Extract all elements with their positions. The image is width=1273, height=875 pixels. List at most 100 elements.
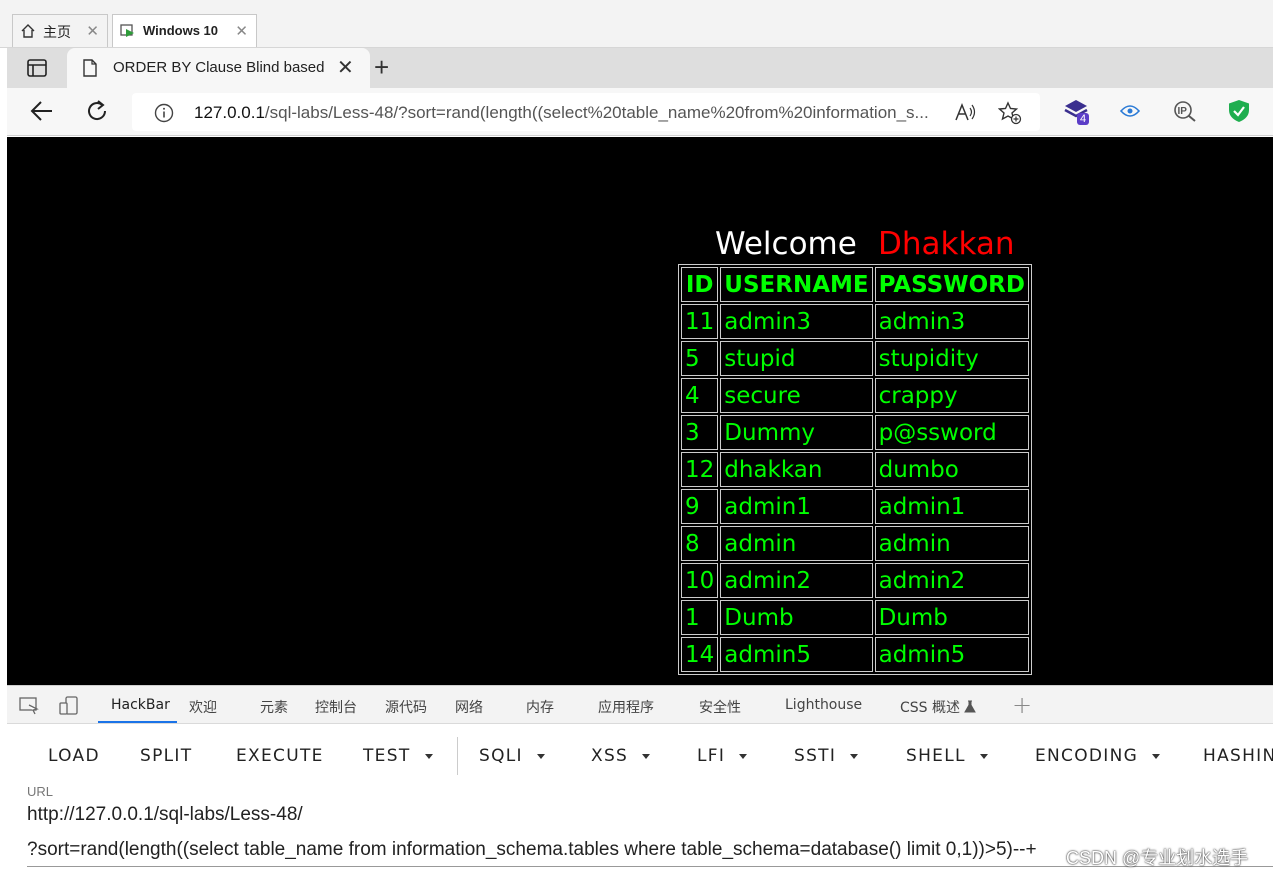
shield-icon[interactable]: [1228, 99, 1250, 123]
cell-username: dhakkan: [720, 452, 873, 487]
new-tab-icon[interactable]: +: [374, 52, 389, 83]
host-tab-windows10[interactable]: Windows 10 ✕: [112, 14, 257, 47]
menu-divider: [457, 737, 458, 775]
address-url[interactable]: 127.0.0.1/sql-labs/Less-48/?sort=rand(le…: [194, 103, 944, 123]
tab-lighthouse[interactable]: Lighthouse: [785, 697, 862, 713]
tab-hackbar[interactable]: HackBar: [111, 697, 170, 713]
cell-username: admin5: [720, 637, 873, 672]
page-content: Welcome Dhakkan ID USERNAME PASSWORD 11 a…: [7, 137, 1273, 685]
cell-id: 8: [681, 526, 719, 561]
favorite-add-icon[interactable]: [998, 101, 1022, 125]
hackbar-split-button[interactable]: SPLIT: [140, 746, 192, 766]
close-icon[interactable]: ✕: [86, 22, 99, 40]
back-icon[interactable]: [30, 100, 54, 122]
users-table: ID USERNAME PASSWORD 11 admin3 admin3 5 stup…: [678, 264, 1032, 675]
cell-password: admin: [874, 526, 1029, 561]
cell-username: admin3: [720, 304, 873, 339]
browser-tab-active[interactable]: ORDER BY Clause Blind based ✕: [67, 48, 370, 88]
hackbar-lfi-menu[interactable]: LFI: [697, 746, 748, 766]
vm-icon: [120, 24, 134, 37]
host-tab-home[interactable]: 主页 ✕: [12, 14, 108, 47]
tab-application[interactable]: 应用程序: [598, 697, 654, 717]
tab-console[interactable]: 控制台: [315, 697, 357, 717]
device-emulation-icon[interactable]: [59, 696, 79, 716]
cell-password: stupidity: [874, 341, 1029, 376]
browser-tab-title: ORDER BY Clause Blind based: [113, 59, 325, 76]
address-bar[interactable]: 127.0.0.1/sql-labs/Less-48/?sort=rand(le…: [132, 93, 1040, 131]
close-tab-icon[interactable]: ✕: [337, 55, 354, 80]
cell-username: admin2: [720, 563, 873, 598]
chevron-down-icon: [536, 753, 545, 759]
cell-id: 5: [681, 341, 719, 376]
browser-tab-strip: ORDER BY Clause Blind based ✕ +: [7, 48, 1273, 88]
cell-id: 11: [681, 304, 719, 339]
cell-id: 1: [681, 600, 719, 635]
column-header-id: ID: [681, 267, 719, 302]
tab-css-overview-label: CSS 概述: [900, 700, 960, 716]
hackbar-hashing-menu[interactable]: HASHIN: [1203, 746, 1273, 766]
cell-password: Dumb: [874, 600, 1029, 635]
chevron-down-icon: [424, 753, 433, 759]
refresh-icon[interactable]: [85, 99, 109, 123]
table-row: 9 admin1 admin1: [681, 489, 1029, 524]
cell-username: Dummy: [720, 415, 873, 450]
csdn-watermark: CSDN @专业划水选手: [1066, 848, 1249, 868]
hackbar-test-label: TEST: [363, 746, 411, 766]
hackbar-execute-button[interactable]: EXECUTE: [236, 746, 324, 766]
cell-password: crappy: [874, 378, 1029, 413]
hackbar-sqli-menu[interactable]: SQLI: [479, 746, 545, 766]
close-icon[interactable]: ✕: [235, 22, 248, 40]
welcome-text: Welcome: [715, 226, 857, 262]
hackbar-load-button[interactable]: LOAD: [48, 746, 100, 766]
read-aloud-icon[interactable]: [954, 102, 976, 122]
hackbar-url-line1: http://127.0.0.1/sql-labs/Less-48/: [27, 804, 303, 825]
tab-actions-icon[interactable]: [27, 59, 47, 77]
cell-username: secure: [720, 378, 873, 413]
cell-password: admin1: [874, 489, 1029, 524]
hackbar-xss-menu[interactable]: XSS: [591, 746, 651, 766]
cell-id: 10: [681, 563, 719, 598]
table-row: 10 admin2 admin2: [681, 563, 1029, 598]
info-icon[interactable]: [154, 103, 174, 123]
table-row: 11 admin3 admin3: [681, 304, 1029, 339]
tab-sources[interactable]: 源代码: [385, 697, 427, 717]
hackbar-ssti-label: SSTI: [794, 746, 837, 766]
cell-id: 9: [681, 489, 719, 524]
cell-username: stupid: [720, 341, 873, 376]
ip-extension-icon[interactable]: IP: [1173, 100, 1197, 122]
column-header-username: USERNAME: [720, 267, 873, 302]
hackbar-menu: LOAD SPLIT EXECUTE TEST SQLI XSS LFI SST…: [7, 725, 1273, 787]
tab-security[interactable]: 安全性: [699, 697, 741, 717]
cell-id: 3: [681, 415, 719, 450]
chevron-down-icon: [642, 753, 651, 759]
column-header-password: PASSWORD: [874, 267, 1029, 302]
inspect-element-icon[interactable]: [19, 697, 39, 715]
hackbar-encoding-menu[interactable]: ENCODING: [1035, 746, 1161, 766]
tab-welcome[interactable]: 欢迎: [189, 697, 217, 717]
hackbar-shell-menu[interactable]: SHELL: [906, 746, 988, 766]
devtools-tab-bar: HackBar 欢迎 元素 控制台 源代码 网络 内存 应用程序 安全性 Lig…: [7, 686, 1273, 724]
cell-password: admin5: [874, 637, 1029, 672]
cell-password: dumbo: [874, 452, 1029, 487]
add-tab-icon[interactable]: +: [1012, 691, 1032, 719]
table-row: 1 Dumb Dumb: [681, 600, 1029, 635]
svg-text:IP: IP: [1178, 106, 1188, 117]
cell-id: 14: [681, 637, 719, 672]
hackbar-xss-label: XSS: [591, 746, 629, 766]
cell-password: admin3: [874, 304, 1029, 339]
cell-password: admin2: [874, 563, 1029, 598]
hackbar-ssti-menu[interactable]: SSTI: [794, 746, 859, 766]
tab-network[interactable]: 网络: [455, 697, 483, 717]
tab-elements[interactable]: 元素: [260, 697, 288, 717]
eye-extension-icon[interactable]: [1120, 104, 1140, 118]
hackbar-url-line2: ?sort=rand(length((select table_name fro…: [27, 839, 1037, 860]
cell-password: p@ssword: [874, 415, 1029, 450]
extension-collections[interactable]: 4: [1063, 99, 1093, 129]
tab-css-overview[interactable]: CSS 概述: [900, 697, 977, 717]
tab-memory[interactable]: 内存: [526, 697, 554, 717]
cell-id: 12: [681, 452, 719, 487]
hackbar-test-menu[interactable]: TEST: [363, 746, 433, 766]
active-tab-indicator: [98, 721, 177, 723]
host-tab-windows10-label: Windows 10: [143, 23, 219, 38]
hackbar-lfi-label: LFI: [697, 746, 726, 766]
